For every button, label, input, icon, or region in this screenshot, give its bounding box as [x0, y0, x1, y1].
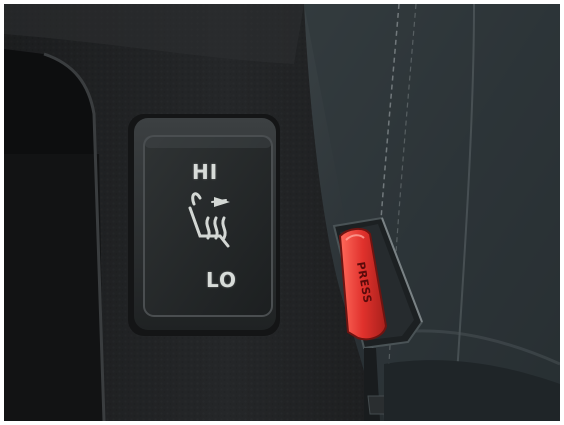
car-interior-photo: HI LO PRESS	[4, 4, 560, 421]
scene-drawing	[4, 4, 560, 421]
photo-frame: HI LO PRESS	[0, 0, 564, 425]
heater-lo-label: LO	[206, 268, 238, 292]
heater-hi-label: HI	[192, 160, 219, 184]
